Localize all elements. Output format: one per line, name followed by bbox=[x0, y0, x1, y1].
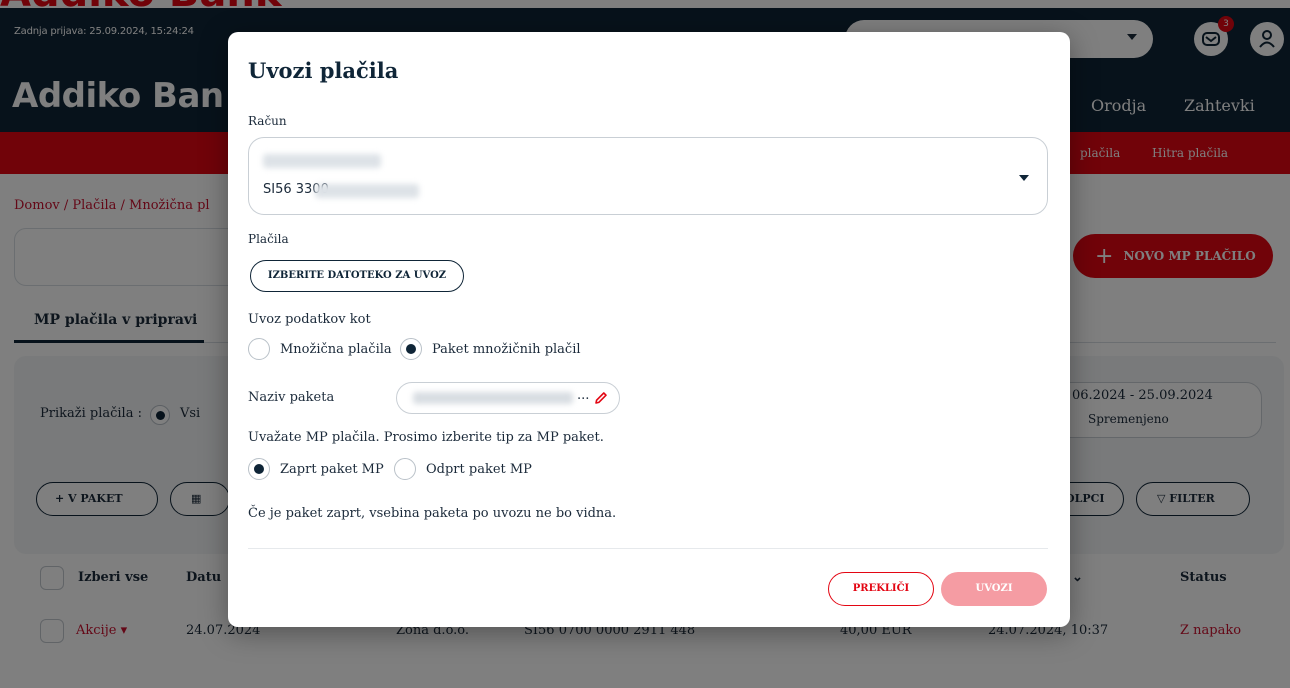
radio-payment-package-label[interactable]: Paket množičnih plačil bbox=[432, 342, 581, 357]
import-payments-modal: Uvozi plačila Račun SI56 3300 Plačila IZ… bbox=[228, 32, 1070, 627]
choose-package-type-text: Uvažate MP plačila. Prosimo izberite tip… bbox=[248, 430, 604, 445]
package-name-ellipsis: ... bbox=[577, 388, 590, 403]
payments-label: Plačila bbox=[248, 232, 289, 246]
modal-title: Uvozi plačila bbox=[248, 58, 399, 83]
account-name-redacted bbox=[263, 154, 381, 168]
closed-package-note: Če je paket zaprt, vsebina paketa po uvo… bbox=[248, 506, 617, 521]
chevron-down-icon bbox=[1019, 175, 1029, 181]
account-iban-redacted bbox=[315, 184, 419, 198]
radio-open-package[interactable] bbox=[394, 458, 416, 480]
cancel-button[interactable]: PREKLIČI bbox=[828, 572, 934, 606]
radio-bulk-payments[interactable] bbox=[248, 338, 270, 360]
pencil-icon[interactable] bbox=[593, 390, 609, 406]
radio-open-package-label[interactable]: Odprt paket MP bbox=[426, 462, 532, 477]
import-button[interactable]: UVOZI bbox=[941, 572, 1047, 606]
account-label: Račun bbox=[248, 114, 287, 128]
radio-closed-package[interactable] bbox=[248, 458, 270, 480]
radio-closed-package-label[interactable]: Zaprt paket MP bbox=[280, 462, 384, 477]
modal-divider bbox=[248, 548, 1048, 549]
choose-file-button[interactable]: IZBERITE DATOTEKO ZA UVOZ bbox=[250, 260, 464, 292]
package-name-redacted bbox=[413, 392, 573, 404]
account-select[interactable]: SI56 3300 bbox=[248, 137, 1048, 215]
radio-payment-package[interactable] bbox=[400, 338, 422, 360]
package-name-label: Naziv paketa bbox=[248, 390, 335, 405]
package-name-input[interactable]: ... bbox=[396, 382, 620, 414]
import-as-label: Uvoz podatkov kot bbox=[248, 312, 371, 327]
radio-bulk-payments-label[interactable]: Množična plačila bbox=[280, 342, 392, 357]
